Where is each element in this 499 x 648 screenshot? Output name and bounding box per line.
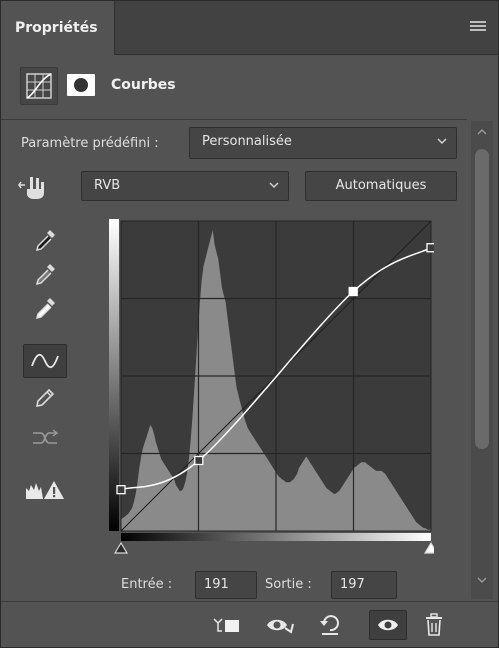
curve-control-point[interactable] (348, 286, 358, 297)
channel-value: RVB (94, 178, 121, 193)
pencil-draw-icon[interactable] (23, 381, 67, 415)
preset-dropdown[interactable]: Personnalisée (189, 127, 457, 159)
properties-panel: Propriétés Courbes Paramètre prédéfini:… (0, 0, 499, 648)
scrollbar-thumb[interactable] (475, 149, 489, 449)
curves-canvas[interactable] (109, 219, 434, 564)
scroll-down-icon[interactable] (475, 573, 489, 587)
delete-adjustment-icon[interactable] (419, 610, 449, 640)
preset-value: Personnalisée (202, 134, 292, 149)
preset-label: Paramètre prédéfini : (21, 136, 159, 151)
smooth-curve-icon[interactable] (23, 421, 67, 455)
toggle-visibility-icon[interactable] (369, 610, 407, 640)
clipping-warning-icon[interactable] (23, 473, 67, 507)
input-label: Entrée : (121, 577, 173, 592)
curve-control-point[interactable] (194, 455, 204, 466)
curves-graph[interactable] (109, 219, 434, 564)
black-point-slider-icon[interactable] (113, 541, 129, 554)
view-previous-state-icon[interactable] (265, 610, 295, 640)
output-gradient-bar (109, 219, 119, 531)
tab-proprietes[interactable]: Propriétés (1, 1, 115, 55)
channel-dropdown[interactable]: RVB (81, 171, 289, 201)
clip-to-layer-icon[interactable] (211, 610, 241, 640)
on-image-adjust-icon[interactable] (17, 171, 51, 201)
input-gradient-bar (121, 533, 431, 541)
auto-button[interactable]: Automatiques (305, 171, 457, 201)
tab-label: Propriétés (15, 20, 98, 36)
adjustment-title: Courbes (111, 77, 176, 93)
tab-bar: Propriétés (1, 1, 498, 55)
sample-gray-eyedropper-icon[interactable] (23, 257, 67, 291)
reset-adjustment-icon[interactable] (315, 610, 345, 640)
scroll-up-icon[interactable] (475, 125, 489, 139)
white-point-slider-icon[interactable] (423, 541, 434, 554)
layer-mask-icon[interactable] (66, 71, 96, 99)
sample-white-eyedropper-icon[interactable] (23, 291, 67, 325)
chevron-down-icon (437, 138, 447, 145)
output-label: Sortie : (265, 577, 312, 592)
adjustment-header: Courbes (1, 56, 498, 118)
sample-black-eyedropper-icon[interactable] (23, 223, 67, 257)
curve-control-point[interactable] (116, 485, 126, 495)
input-field[interactable]: 191 (195, 571, 257, 599)
curves-adjustment-icon[interactable] (20, 67, 58, 105)
curve-edit-points-icon[interactable] (23, 344, 67, 378)
curve-control-point[interactable] (426, 243, 434, 253)
panel-menu-icon[interactable] (470, 21, 486, 33)
output-field[interactable]: 197 (331, 571, 397, 599)
divider (1, 119, 467, 120)
chevron-down-icon (269, 182, 279, 189)
panel-footer (1, 601, 498, 647)
